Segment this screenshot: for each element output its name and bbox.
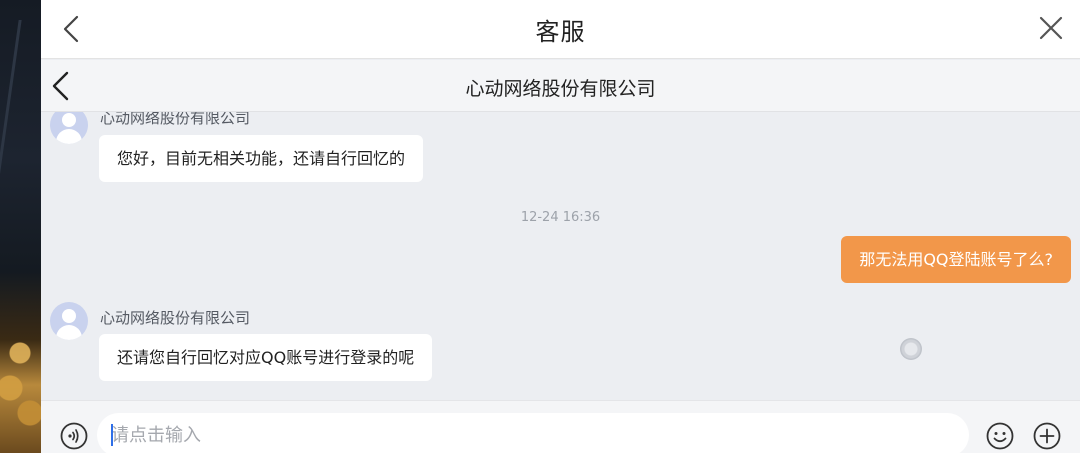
more-button[interactable]: [1033, 422, 1061, 450]
text-caret: [111, 424, 113, 446]
avatar-body: [56, 129, 82, 144]
input-bar: [41, 400, 1080, 453]
message-input[interactable]: [97, 413, 969, 453]
background-artwork: [0, 0, 41, 453]
outer-header: 客服: [41, 0, 1080, 59]
message-timestamp: 12-24 16:36: [520, 210, 601, 225]
message-sender: 心动网络股份有限公司: [100, 309, 251, 327]
artwork-coins: [0, 313, 41, 433]
artwork-streak: [0, 20, 22, 200]
close-button[interactable]: [1036, 13, 1066, 43]
customer-service-panel: 客服 心动网络股份有限公司 心动网络股份有限公司 您好，目前无相关功能，还请自行…: [41, 0, 1080, 453]
outgoing-message-bubble[interactable]: 那无法用QQ登陆账号了么?: [841, 236, 1071, 283]
message-sender: 心动网络股份有限公司: [100, 112, 251, 127]
voice-button[interactable]: [60, 422, 88, 450]
touch-indicator: [900, 338, 922, 360]
message-list[interactable]: 心动网络股份有限公司 您好，目前无相关功能，还请自行回忆的 12-24 16:3…: [41, 112, 1080, 400]
emoji-button[interactable]: [986, 422, 1014, 450]
page-title: 客服: [535, 18, 586, 46]
avatar-head: [62, 309, 76, 323]
emoji-icon: [986, 422, 1014, 450]
incoming-message-bubble[interactable]: 还请您自行回忆对应QQ账号进行登录的呢: [99, 334, 433, 381]
avatar[interactable]: [50, 302, 88, 340]
avatar[interactable]: [50, 112, 88, 144]
voice-icon: [60, 422, 88, 450]
avatar-head: [62, 113, 76, 127]
close-icon: [1039, 16, 1063, 40]
incoming-message-bubble[interactable]: 您好，目前无相关功能，还请自行回忆的: [99, 135, 424, 182]
chat-header: 心动网络股份有限公司: [41, 60, 1080, 112]
avatar-body: [56, 325, 82, 340]
plus-icon: [1033, 422, 1061, 450]
chat-title: 心动网络股份有限公司: [465, 78, 656, 100]
